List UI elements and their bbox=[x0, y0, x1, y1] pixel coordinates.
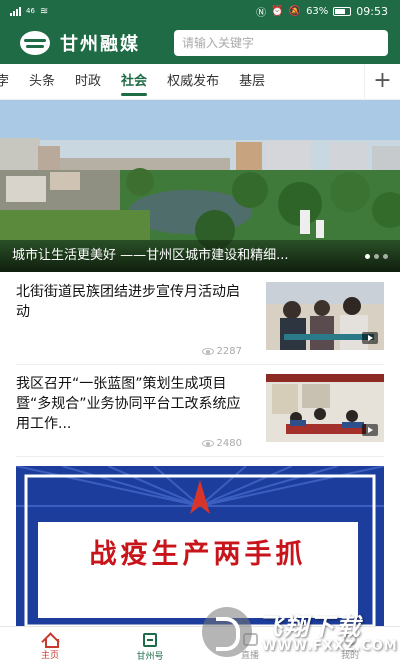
divider bbox=[16, 364, 384, 365]
banner-carousel[interactable]: 城市让生活更美好 ——甘州区城市建设和精细... bbox=[0, 100, 400, 272]
tab-authority[interactable]: 权威发布 bbox=[157, 64, 229, 100]
home-icon bbox=[42, 633, 59, 648]
battery-icon bbox=[333, 6, 352, 16]
wifi-icon: ≋ bbox=[39, 5, 49, 17]
search-input[interactable] bbox=[182, 36, 388, 50]
site-watermark: 飞翔下载 WWW.FXXZ.COM bbox=[202, 603, 397, 659]
view-count: 2480 bbox=[201, 438, 242, 449]
tab-politics[interactable]: 时政 bbox=[65, 64, 111, 100]
tab-headlines[interactable]: 头条 bbox=[19, 64, 65, 100]
app-logo-icon bbox=[20, 31, 50, 55]
nfc-icon: Ⓝ bbox=[256, 7, 267, 19]
tab-society[interactable]: 社会 bbox=[111, 64, 157, 100]
nav-home[interactable]: 主页 bbox=[0, 627, 100, 667]
clock: 09:53 bbox=[356, 4, 388, 18]
nav-ganzhou-account[interactable]: 甘州号 bbox=[100, 627, 200, 667]
watermark-logo-icon bbox=[202, 607, 252, 657]
alarm-icon: ⏰ bbox=[271, 5, 284, 17]
tab-grassroots[interactable]: 基层 bbox=[229, 64, 275, 100]
app-title: 甘州融媒 bbox=[60, 34, 140, 55]
category-tabs: 孛 头条 时政 社会 权威发布 基层 + bbox=[0, 63, 400, 100]
view-count-value: 2480 bbox=[216, 438, 242, 449]
video-play-icon bbox=[362, 424, 378, 436]
eye-icon bbox=[201, 348, 214, 355]
poster-headline: 战疫生产两手抓 bbox=[89, 539, 307, 570]
tab-partial[interactable]: 孛 bbox=[0, 64, 19, 100]
app-header: 46 ≋ Ⓝ ⏰ 🔕 63% 09:53 甘州融媒 bbox=[0, 0, 400, 64]
news-thumbnail[interactable] bbox=[266, 282, 384, 350]
news-thumbnail[interactable] bbox=[266, 374, 384, 442]
news-title: 北街街道民族团结进步宣传月活动启动 bbox=[16, 284, 240, 320]
divider bbox=[16, 456, 384, 457]
nav-ganzhou-label: 甘州号 bbox=[136, 651, 164, 662]
network-type: 46 bbox=[26, 7, 35, 15]
signal-icon bbox=[10, 6, 21, 16]
app-bar: 甘州融媒 bbox=[0, 22, 400, 64]
view-count: 2287 bbox=[201, 346, 242, 357]
watermark-url: WWW.FXXZ.COM bbox=[262, 639, 398, 654]
news-title: 我区召开“一张蓝图”策划生成项目暨“多规合”业务协同平台工改系统应用工作... bbox=[16, 376, 241, 432]
view-count-value: 2287 bbox=[216, 346, 242, 357]
status-bar: 46 ≋ Ⓝ ⏰ 🔕 63% 09:53 bbox=[0, 0, 400, 22]
watermark-title: 飞翔下载 bbox=[258, 613, 362, 641]
promo-poster[interactable]: 战疫生产两手抓 bbox=[16, 466, 384, 626]
news-item[interactable]: 我区召开“一张蓝图”策划生成项目暨“多规合”业务协同平台工改系统应用工作... … bbox=[16, 374, 384, 449]
carousel-indicator bbox=[365, 254, 388, 259]
search-box[interactable] bbox=[174, 30, 388, 56]
video-play-icon bbox=[362, 332, 378, 344]
news-item[interactable]: 北街街道民族团结进步宣传月活动启动 2287 bbox=[16, 282, 384, 357]
book-icon bbox=[143, 632, 157, 647]
eye-icon bbox=[201, 440, 214, 447]
battery-percent: 63% bbox=[306, 5, 329, 17]
add-tab-icon[interactable]: + bbox=[364, 63, 400, 100]
banner-caption: 城市让生活更美好 ——甘州区城市建设和精细... bbox=[0, 240, 400, 272]
mute-icon: 🔕 bbox=[288, 5, 302, 17]
